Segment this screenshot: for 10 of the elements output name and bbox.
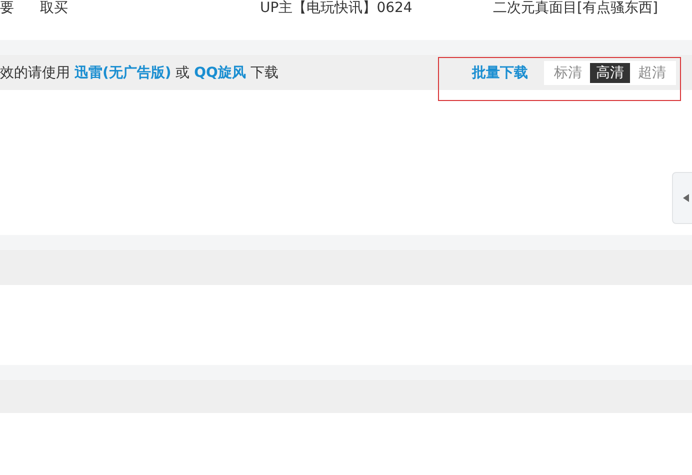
table-cell: 要 xyxy=(0,0,14,16)
caret-icon xyxy=(683,194,689,202)
quality-option[interactable]: 标清 xyxy=(548,62,588,82)
batch-download-link[interactable]: 批量下载 xyxy=(472,64,528,82)
table-cell: UP主【电玩快讯】0624 xyxy=(260,0,412,16)
quality-option[interactable]: 超清 xyxy=(632,62,672,82)
table-cell: 取买 xyxy=(40,0,68,16)
table-cell: 二次元真面目[有点骚东西] xyxy=(493,0,658,16)
quality-option[interactable]: 高清 xyxy=(590,62,630,82)
download-notice: 效的请使用 迅雷(无广告版) 或 QQ旋风 下载 xyxy=(0,64,278,82)
